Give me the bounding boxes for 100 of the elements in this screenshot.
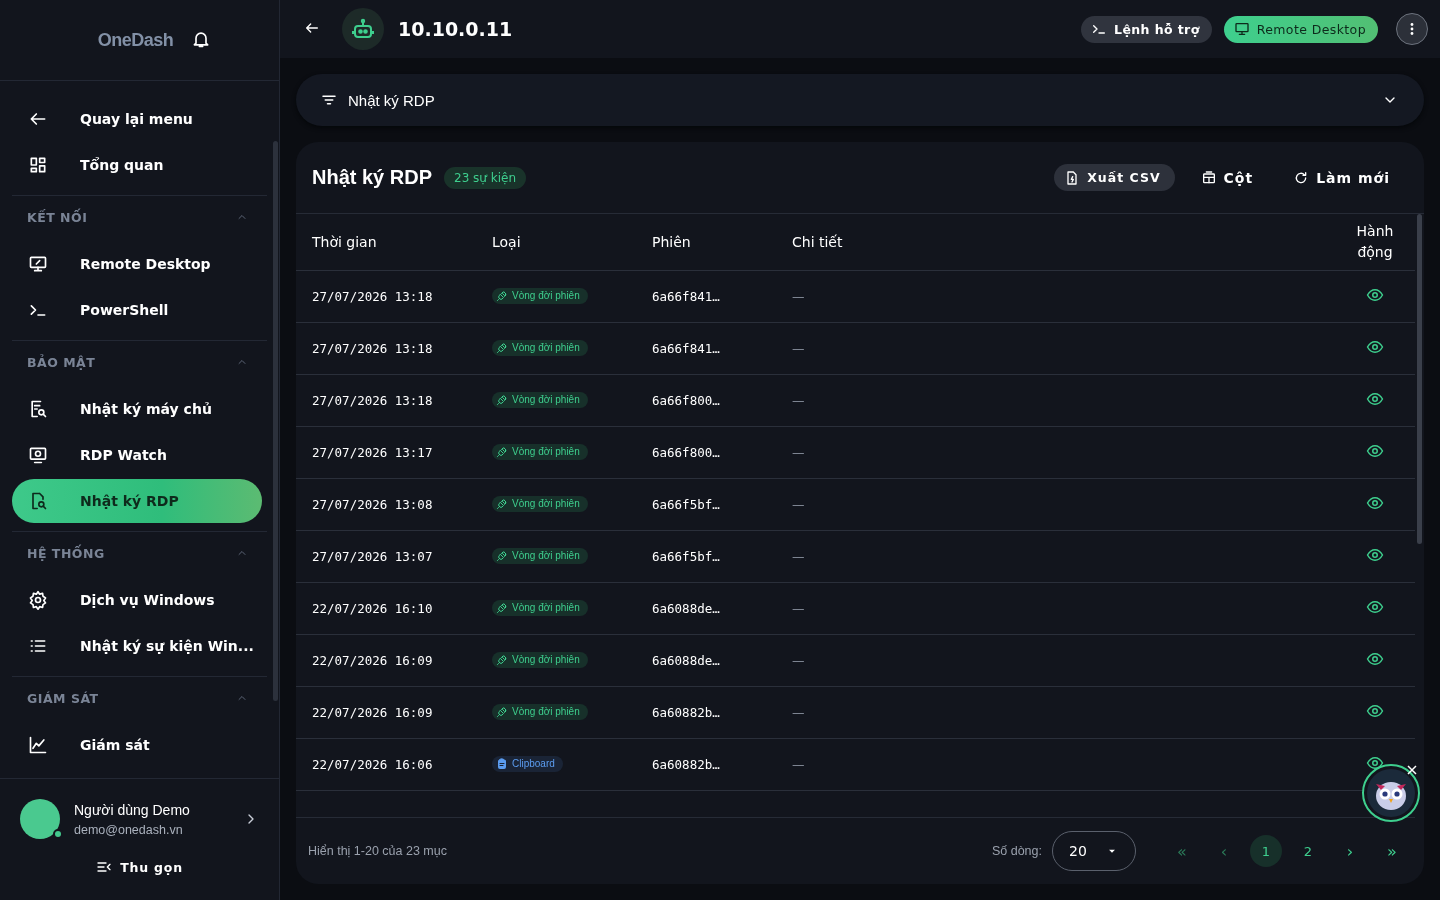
- monitor-eye-icon: [28, 445, 48, 465]
- log-search-icon: [28, 399, 48, 419]
- refresh-button[interactable]: Làm mới: [1283, 164, 1404, 191]
- previous-page-button[interactable]: ‹: [1208, 835, 1240, 867]
- command-button[interactable]: Lệnh hỗ trợ: [1081, 15, 1212, 43]
- table-icon: [1200, 169, 1217, 186]
- line-chart-icon: [28, 735, 48, 755]
- pagination-summary: Hiển thị 1-20 của 23 mục: [308, 844, 447, 858]
- columns-button[interactable]: Cột: [1190, 164, 1268, 191]
- nav-item[interactable]: PowerShell: [12, 288, 262, 332]
- column-header: Thời gian: [296, 214, 476, 270]
- column-header: Chi tiết: [776, 214, 1335, 270]
- nav-item[interactable]: Tổng quan: [12, 143, 262, 187]
- page-button[interactable]: 1: [1250, 835, 1282, 867]
- type-tag: Clipboard: [492, 755, 563, 772]
- section-header[interactable]: BẢO MẬT: [12, 349, 262, 375]
- next-page-button[interactable]: ›: [1334, 835, 1366, 867]
- session-id: 6a6088de…: [652, 600, 720, 616]
- export-button[interactable]: Xuất CSV: [1054, 164, 1175, 191]
- session-id: 6a60882b…: [652, 756, 720, 772]
- time-cell: 27/07/2026 13:18: [312, 288, 433, 304]
- plug-icon: [496, 289, 508, 302]
- user-name: Người dùng Demo: [74, 801, 191, 818]
- detail-cell: —: [792, 496, 805, 512]
- type-tag: Vòng đời phiên: [492, 287, 588, 304]
- type-tag: Vòng đời phiên: [492, 391, 588, 408]
- session-id: 6a6088de…: [652, 652, 720, 668]
- monitor-icon: [28, 254, 48, 274]
- session-id: 6a60882b…: [652, 704, 720, 720]
- rows-per-page-label: Số dòng:: [991, 844, 1042, 858]
- session-id: 6a66f5bf…: [652, 548, 720, 564]
- filter-bar[interactable]: Nhật ký RDP: [296, 74, 1424, 126]
- plug-icon: [496, 549, 508, 562]
- type-tag: Vòng đời phiên: [492, 443, 588, 460]
- first-page-button[interactable]: «: [1166, 835, 1198, 867]
- time-cell: 27/07/2026 13:07: [312, 548, 433, 564]
- section-header[interactable]: HỆ THỐNG: [12, 540, 262, 566]
- detail-cell: —: [792, 444, 805, 460]
- collapse-button[interactable]: Thu gọn: [96, 859, 183, 875]
- type-tag: Vòng đời phiên: [492, 547, 588, 564]
- page-button[interactable]: 2: [1292, 835, 1324, 867]
- type-tag: Vòng đời phiên: [492, 651, 588, 668]
- time-cell: 27/07/2026 13:17: [312, 444, 433, 460]
- type-tag: Vòng đời phiên: [492, 599, 588, 616]
- nav-item[interactable]: Nhật ký RDP: [12, 479, 262, 523]
- time-cell: 22/07/2026 16:09: [312, 652, 433, 668]
- brand-logo: OneDash: [97, 29, 174, 51]
- plug-icon: [496, 705, 508, 718]
- count-badge: 23 sự kiện: [444, 166, 527, 189]
- settings-icon: [28, 590, 48, 610]
- detail-cell: —: [792, 704, 805, 720]
- detail-cell: —: [792, 392, 805, 408]
- type-tag: Vòng đời phiên: [492, 495, 588, 512]
- clipboard-icon: [496, 757, 508, 770]
- nav-item[interactable]: Nhật ký máy chủ: [12, 387, 262, 431]
- type-tag: Vòng đời phiên: [492, 339, 588, 356]
- nav-item[interactable]: Giám sát: [12, 723, 262, 767]
- nav-item[interactable]: Nhật ký sự kiện Win...: [12, 624, 262, 668]
- time-cell: 22/07/2026 16:10: [312, 600, 433, 616]
- close-icon[interactable]: [1406, 764, 1418, 776]
- time-cell: 22/07/2026 16:06: [312, 756, 433, 772]
- more-button[interactable]: [1396, 13, 1428, 45]
- detail-cell: —: [792, 340, 805, 356]
- plug-icon: [496, 653, 508, 666]
- session-id: 6a66f841…: [652, 288, 720, 304]
- time-cell: 27/07/2026 13:18: [312, 392, 433, 408]
- session-id: 6a66f5bf…: [652, 496, 720, 512]
- session-id: 6a66f800…: [652, 444, 720, 460]
- robot-icon: [342, 8, 384, 50]
- detail-cell: —: [792, 548, 805, 564]
- nav-item[interactable]: Dịch vụ Windows: [12, 578, 262, 622]
- time-cell: 22/07/2026 16:09: [312, 704, 433, 720]
- section-header[interactable]: GIÁM SÁT: [12, 685, 262, 711]
- host-title: 10.10.0.11: [398, 18, 513, 40]
- assistant-button[interactable]: [1362, 764, 1420, 822]
- type-tag: Vòng đời phiên: [492, 703, 588, 720]
- time-cell: 27/07/2026 13:08: [312, 496, 433, 512]
- nav-item[interactable]: Quay lại menu: [12, 97, 262, 141]
- monitor-icon: [1233, 21, 1250, 37]
- remote-desktop-button[interactable]: Remote Desktop: [1223, 15, 1378, 43]
- column-header: Phiên: [636, 214, 776, 270]
- panel-title: Nhật ký RDP: [312, 166, 433, 189]
- detail-cell: —: [792, 756, 805, 772]
- plug-icon: [496, 393, 508, 406]
- section-header[interactable]: KẾT NỐI: [12, 204, 262, 230]
- collapse-menu-icon: [96, 859, 113, 875]
- nav-item[interactable]: RDP Watch: [12, 433, 262, 477]
- column-header: Hành động: [1335, 214, 1415, 270]
- user-email: demo@onedash.vn: [74, 822, 184, 837]
- plug-icon: [496, 445, 508, 458]
- dashboard-icon: [28, 155, 48, 175]
- scrollbar[interactable]: [1417, 214, 1422, 544]
- detail-cell: —: [792, 600, 805, 616]
- nav-item[interactable]: Remote Desktop: [12, 242, 262, 286]
- session-id: 6a66f800…: [652, 392, 720, 408]
- last-page-button[interactable]: »: [1376, 835, 1408, 867]
- plug-icon: [496, 341, 508, 354]
- time-cell: 27/07/2026 13:18: [312, 340, 433, 356]
- scrollbar[interactable]: [273, 141, 278, 701]
- detail-cell: —: [792, 288, 805, 304]
